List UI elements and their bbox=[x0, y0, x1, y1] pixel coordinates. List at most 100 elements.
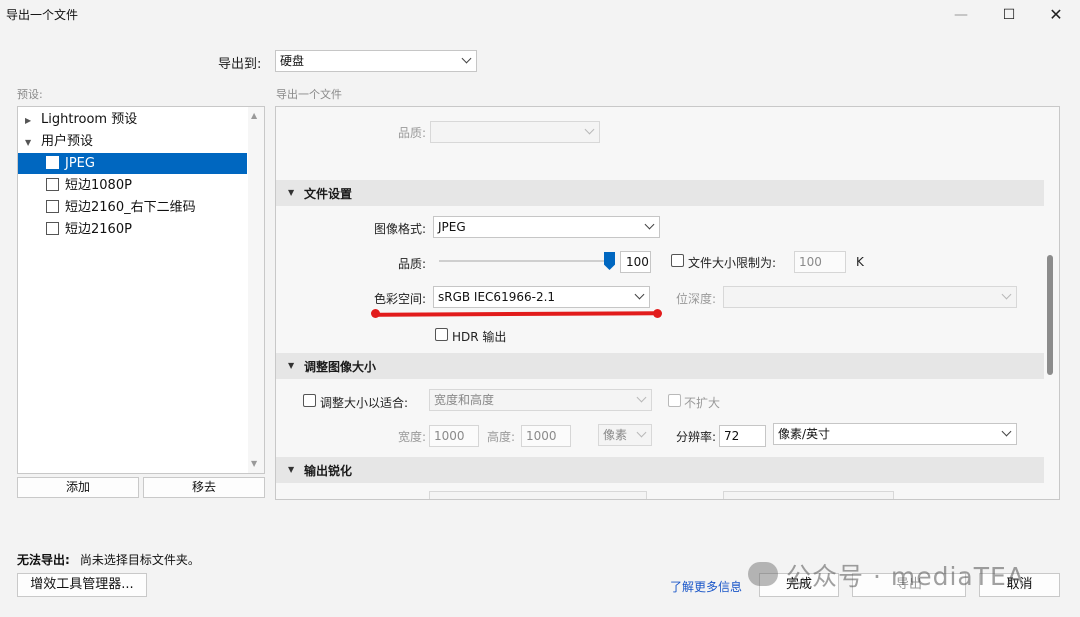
format-value: JPEG bbox=[438, 220, 466, 234]
image-format-select[interactable]: JPEG bbox=[433, 216, 660, 238]
expanded-triangle-icon[interactable]: ▼ bbox=[288, 465, 294, 474]
minimize-button[interactable]: — bbox=[946, 4, 976, 26]
file-settings-title: 文件设置 bbox=[304, 187, 353, 201]
preset-scrollbar[interactable]: ▲ ▼ bbox=[248, 107, 264, 473]
preset-checkbox[interactable] bbox=[46, 222, 59, 235]
preset-folder-user[interactable]: ▼ 用户预设 bbox=[18, 131, 247, 152]
hdr-output-checkbox[interactable] bbox=[435, 328, 448, 341]
resolution-input[interactable]: 72 bbox=[719, 425, 766, 447]
height-input[interactable]: 1000 bbox=[521, 425, 571, 447]
file-size-limit-input[interactable]: 100 bbox=[794, 251, 846, 273]
file-size-limit-label: 文件大小限制为: bbox=[688, 256, 777, 270]
colorspace-label: 色彩空间: bbox=[374, 292, 427, 306]
annotation-dot-right bbox=[653, 309, 662, 318]
preset-checkbox[interactable] bbox=[46, 200, 59, 213]
width-input[interactable]: 1000 bbox=[429, 425, 479, 447]
wechat-icon bbox=[748, 562, 778, 586]
resize-to-fit-checkbox[interactable] bbox=[303, 394, 316, 407]
title-bar bbox=[0, 0, 1080, 30]
scroll-up-icon[interactable]: ▲ bbox=[251, 111, 257, 120]
preset-checkbox[interactable] bbox=[46, 178, 59, 191]
preset-checkbox[interactable] bbox=[46, 156, 59, 169]
resize-to-fit-label: 调整大小以适合: bbox=[320, 396, 409, 410]
preset-item-label: 短边2160P bbox=[65, 222, 132, 237]
window-title: 导出一个文件 bbox=[6, 8, 79, 22]
colorspace-value: sRGB IEC61966-2.1 bbox=[438, 290, 556, 304]
top-quality-select[interactable] bbox=[430, 121, 600, 143]
preset-item-label: 短边1080P bbox=[65, 178, 132, 193]
preset-item-jpeg[interactable]: JPEG bbox=[18, 153, 247, 174]
chevron-down-icon bbox=[634, 289, 645, 300]
format-label: 图像格式: bbox=[374, 222, 427, 236]
warning-title: 无法导出: bbox=[17, 553, 70, 567]
watermark-text: 公众号 · mediaTEA bbox=[786, 562, 1025, 591]
export-to-select[interactable]: 硬盘 bbox=[275, 50, 477, 72]
warning-text: 尚未选择目标文件夹。 bbox=[79, 553, 200, 567]
add-preset-button[interactable]: 添加 bbox=[17, 477, 139, 498]
size-unit-value: 像素 bbox=[603, 428, 628, 442]
settings-scrollbar-thumb[interactable] bbox=[1047, 255, 1053, 375]
preset-item-2160p[interactable]: 短边2160P bbox=[18, 219, 247, 240]
file-size-unit: K bbox=[856, 255, 864, 269]
scroll-down-icon[interactable]: ▼ bbox=[251, 459, 257, 468]
preset-item-2160-qr[interactable]: 短边2160_右下二维码 bbox=[18, 197, 247, 218]
chevron-down-icon bbox=[636, 392, 647, 403]
resize-header[interactable]: ▼ 调整图像大小 bbox=[276, 353, 1044, 379]
expanded-triangle-icon[interactable]: ▼ bbox=[288, 361, 294, 370]
resolution-unit-value: 像素/英寸 bbox=[778, 427, 831, 441]
annotation-underline bbox=[374, 311, 658, 317]
expanded-triangle-icon[interactable]: ▼ bbox=[288, 188, 294, 197]
close-button[interactable]: ✕ bbox=[1041, 4, 1071, 26]
settings-scroll-area: 品质: ▼ 文件设置 图像格式: JPEG 品质: 100 文件大小限制为: 1… bbox=[276, 107, 1044, 499]
sharpen-select-left[interactable] bbox=[429, 491, 647, 499]
size-unit-select[interactable]: 像素 bbox=[598, 424, 652, 446]
width-label: 宽度: bbox=[398, 430, 427, 444]
preset-folder-label: 用户预设 bbox=[41, 134, 94, 149]
export-to-label: 导出到: bbox=[218, 57, 262, 72]
hdr-output-label: HDR 输出 bbox=[452, 330, 507, 344]
main-caption: 导出一个文件 bbox=[276, 88, 342, 101]
annotation-dot-left bbox=[371, 309, 380, 318]
sharpen-select-right[interactable] bbox=[723, 491, 894, 499]
height-label: 高度: bbox=[487, 430, 516, 444]
quality-slider-thumb[interactable] bbox=[604, 252, 615, 270]
resize-mode-value: 宽度和高度 bbox=[434, 393, 495, 407]
colorspace-select[interactable]: sRGB IEC61966-2.1 bbox=[433, 286, 650, 308]
export-to-value: 硬盘 bbox=[280, 54, 305, 68]
no-enlarge-label: 不扩大 bbox=[684, 396, 721, 410]
quality-slider-track[interactable] bbox=[439, 260, 609, 262]
no-enlarge-checkbox[interactable] bbox=[668, 394, 681, 407]
top-quality-label: 品质: bbox=[398, 126, 427, 140]
quality-label: 品质: bbox=[398, 257, 427, 271]
presets-caption: 预设: bbox=[17, 88, 43, 101]
resize-title: 调整图像大小 bbox=[304, 360, 377, 374]
bitdepth-label: 位深度: bbox=[676, 292, 717, 306]
collapsed-triangle-icon[interactable]: ▶ bbox=[25, 110, 35, 131]
chevron-down-icon bbox=[644, 219, 655, 230]
preset-item-1080p[interactable]: 短边1080P bbox=[18, 175, 247, 196]
preset-item-label: JPEG bbox=[65, 156, 95, 171]
export-warning: 无法导出: 尚未选择目标文件夹。 bbox=[17, 551, 200, 568]
sharpen-header[interactable]: ▼ 输出锐化 bbox=[276, 457, 1044, 483]
quality-input[interactable]: 100 bbox=[620, 251, 651, 273]
learn-more-link[interactable]: 了解更多信息 bbox=[670, 578, 742, 595]
resolution-label: 分辨率: bbox=[676, 430, 717, 444]
bitdepth-select[interactable] bbox=[723, 286, 1017, 308]
chevron-down-icon bbox=[584, 124, 595, 135]
chevron-down-icon bbox=[1001, 426, 1012, 437]
file-size-limit-checkbox[interactable] bbox=[671, 254, 684, 267]
preset-item-label: 短边2160_右下二维码 bbox=[65, 200, 196, 215]
plugin-manager-button[interactable]: 增效工具管理器... bbox=[17, 573, 147, 597]
remove-preset-button[interactable]: 移去 bbox=[143, 477, 265, 498]
resize-mode-select[interactable]: 宽度和高度 bbox=[429, 389, 652, 411]
chevron-down-icon bbox=[1001, 289, 1012, 300]
preset-folder-lightroom[interactable]: ▶ Lightroom 预设 bbox=[18, 109, 247, 130]
chevron-down-icon bbox=[636, 427, 647, 438]
chevron-down-icon bbox=[461, 53, 472, 64]
expanded-triangle-icon[interactable]: ▼ bbox=[25, 132, 35, 153]
maximize-button[interactable]: ☐ bbox=[994, 4, 1024, 26]
sharpen-title: 输出锐化 bbox=[304, 464, 353, 478]
resolution-unit-select[interactable]: 像素/英寸 bbox=[773, 423, 1017, 445]
file-settings-header[interactable]: ▼ 文件设置 bbox=[276, 180, 1044, 206]
preset-folder-label: Lightroom 预设 bbox=[41, 112, 138, 127]
